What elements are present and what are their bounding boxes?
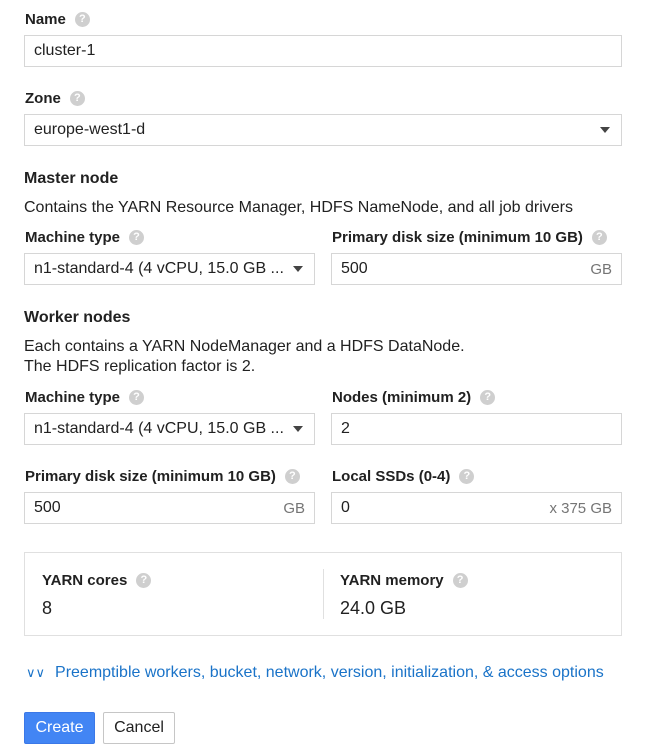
- worker-nodes-count-value: 2: [341, 420, 350, 437]
- master-disk-size-value: 500: [341, 260, 368, 277]
- chevron-down-icon: [600, 127, 610, 133]
- help-icon[interactable]: ?: [459, 469, 475, 484]
- local-ssds-input[interactable]: 0 x 375 GB: [331, 492, 622, 524]
- chevron-down-icon: [293, 266, 303, 272]
- worker-nodes-title: Worker nodes: [24, 309, 131, 326]
- master-disk-size-input[interactable]: 500 GB: [331, 253, 622, 285]
- master-machine-type-value: n1-standard-4 (4 vCPU, 15.0 GB ...: [34, 260, 284, 277]
- worker-nodes-description: Each contains a YARN NodeManager and a H…: [24, 337, 465, 377]
- worker-nodes-count-input[interactable]: 2: [331, 413, 622, 445]
- yarn-cores-label: YARN cores ?: [42, 572, 152, 589]
- local-ssds-value: 0: [341, 499, 350, 516]
- worker-disk-size-input[interactable]: 500 GB: [24, 492, 315, 524]
- chevron-down-icon: [293, 426, 303, 432]
- master-disk-size-unit: GB: [590, 260, 612, 278]
- local-ssds-unit: x 375 GB: [549, 499, 612, 517]
- summary-divider: [323, 569, 324, 619]
- cancel-button[interactable]: Cancel: [103, 712, 175, 744]
- more-options-link-text: Preemptible workers, bucket, network, ve…: [55, 664, 604, 681]
- master-disk-size-label: Primary disk size (minimum 10 GB) ?: [332, 229, 607, 246]
- master-machine-type-select[interactable]: n1-standard-4 (4 vCPU, 15.0 GB ...: [24, 253, 315, 285]
- name-input-value: cluster-1: [34, 42, 96, 59]
- yarn-memory-label: YARN memory ?: [340, 572, 468, 589]
- yarn-cores-value: 8: [42, 598, 53, 618]
- worker-disk-size-label: Primary disk size (minimum 10 GB) ?: [25, 468, 300, 485]
- zone-select[interactable]: europe-west1-d: [24, 114, 622, 146]
- yarn-memory-value: 24.0 GB: [340, 598, 407, 618]
- help-icon[interactable]: ?: [136, 573, 152, 588]
- more-options-link[interactable]: ∨∨ Preemptible workers, bucket, network,…: [26, 664, 604, 682]
- zone-select-value: europe-west1-d: [34, 121, 146, 138]
- help-icon[interactable]: ?: [74, 12, 90, 27]
- worker-disk-size-value: 500: [34, 499, 61, 516]
- name-label: Name ?: [25, 11, 90, 28]
- help-icon[interactable]: ?: [591, 230, 607, 245]
- worker-machine-type-value: n1-standard-4 (4 vCPU, 15.0 GB ...: [34, 420, 284, 437]
- help-icon[interactable]: ?: [129, 230, 145, 245]
- create-button[interactable]: Create: [24, 712, 95, 744]
- help-icon[interactable]: ?: [480, 390, 496, 405]
- worker-nodes-description-line2: The HDFS replication factor is 2.: [24, 358, 256, 375]
- worker-machine-type-label: Machine type ?: [25, 389, 145, 406]
- worker-nodes-description-line1: Each contains a YARN NodeManager and a H…: [24, 338, 465, 355]
- worker-machine-type-select[interactable]: n1-standard-4 (4 vCPU, 15.0 GB ...: [24, 413, 315, 445]
- zone-label: Zone ?: [25, 90, 85, 107]
- master-node-description: Contains the YARN Resource Manager, HDFS…: [24, 199, 573, 216]
- master-node-title: Master node: [24, 170, 119, 187]
- yarn-summary-panel: YARN cores ? 8 YARN memory ? 24.0 GB: [24, 552, 622, 636]
- name-input[interactable]: cluster-1: [24, 35, 622, 67]
- local-ssds-label: Local SSDs (0-4) ?: [332, 468, 475, 485]
- help-icon[interactable]: ?: [284, 469, 300, 484]
- worker-nodes-count-label: Nodes (minimum 2) ?: [332, 389, 496, 406]
- master-machine-type-label: Machine type ?: [25, 229, 145, 246]
- help-icon[interactable]: ?: [69, 91, 85, 106]
- help-icon[interactable]: ?: [129, 390, 145, 405]
- worker-disk-size-unit: GB: [283, 499, 305, 517]
- help-icon[interactable]: ?: [452, 573, 468, 588]
- expand-chevron-icon: ∨∨: [26, 665, 46, 680]
